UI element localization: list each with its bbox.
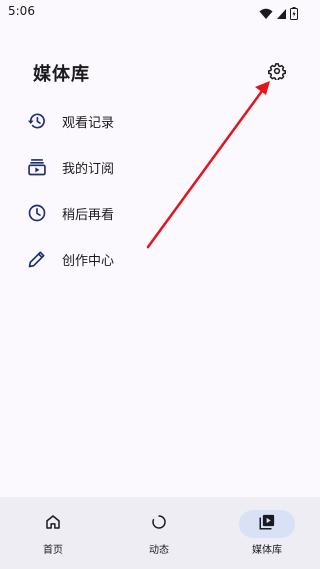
nav-label: 动态 <box>149 545 169 556</box>
status-time: 5:06 <box>8 4 35 18</box>
history-icon <box>26 110 48 132</box>
menu-item-label: 我的订阅 <box>62 161 115 177</box>
page-title: 媒体库 <box>33 64 90 85</box>
signal-icon <box>276 5 287 24</box>
nav-item-home[interactable]: 首页 <box>0 497 106 569</box>
video-library-icon <box>258 513 276 535</box>
loading-circle-icon <box>150 513 168 535</box>
clock-icon <box>26 202 48 224</box>
menu-item-watch-later[interactable]: 稍后再看 <box>0 190 320 236</box>
nav-label: 首页 <box>43 545 63 556</box>
subscriptions-icon <box>26 156 48 178</box>
nav-label: 媒体库 <box>252 545 282 556</box>
menu-item-history[interactable]: 观看记录 <box>0 98 320 144</box>
nav-item-activity[interactable]: 动态 <box>106 497 212 569</box>
menu-item-subscriptions[interactable]: 我的订阅 <box>0 144 320 190</box>
nav-item-library[interactable]: 媒体库 <box>214 497 320 569</box>
status-bar: 5:06 <box>0 0 320 24</box>
status-icons <box>259 5 298 24</box>
bottom-navigation: 首页 动态 媒体库 <box>0 497 320 569</box>
menu-item-creator-center[interactable]: 创作中心 <box>0 236 320 282</box>
menu-item-label: 稍后再看 <box>62 207 115 223</box>
battery-icon <box>290 5 298 24</box>
menu-item-label: 创作中心 <box>62 253 115 269</box>
pencil-icon <box>26 248 48 270</box>
home-icon <box>44 513 62 535</box>
wifi-icon <box>259 5 273 24</box>
gear-icon <box>268 62 286 84</box>
settings-button[interactable] <box>266 62 288 84</box>
menu-item-label: 观看记录 <box>62 115 115 131</box>
